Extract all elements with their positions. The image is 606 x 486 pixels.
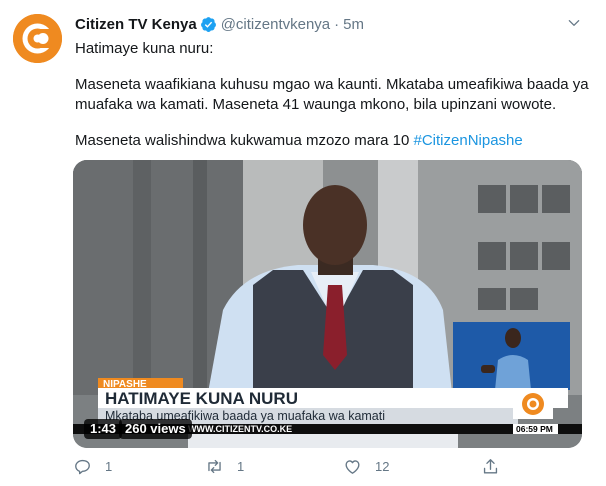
video-frame: NIPASHE HATIMAYE KUNA NURU Mkataba umeaf…: [73, 160, 582, 448]
video-views-badge: 260 views: [119, 419, 192, 439]
share-icon: [483, 459, 498, 474]
lower-third-headline: HATIMAYE KUNA NURU: [105, 389, 298, 408]
video-player[interactable]: NIPASHE HATIMAYE KUNA NURU Mkataba umeaf…: [73, 160, 582, 448]
like-icon: [345, 460, 360, 474]
citizen-logo-icon: [13, 14, 62, 63]
chevron-down-icon[interactable]: [567, 16, 581, 30]
tweet-line-2: Maseneta waafikiana kuhusu mgao wa kaunt…: [75, 76, 589, 113]
retweet-icon: [208, 459, 221, 474]
share-action[interactable]: [481, 457, 513, 476]
tweet-header: Citizen TV Kenya @citizentvkenya · 5m: [75, 14, 364, 34]
video-duration-badge: 1:43: [84, 419, 123, 439]
tweet: Citizen TV Kenya @citizentvkenya · 5m Ha…: [0, 0, 606, 486]
reply-count: 1: [105, 459, 113, 474]
hashtag-link[interactable]: #CitizenNipashe: [414, 132, 523, 149]
reply-action[interactable]: 1: [73, 457, 112, 476]
tweet-line-3-text: Maseneta walishindwa kukwamua mzozo mara…: [75, 132, 410, 149]
separator-dot: ·: [334, 15, 340, 33]
timestamp[interactable]: 5m: [343, 16, 364, 33]
retweet-action[interactable]: 1: [205, 457, 244, 476]
like-count: 12: [375, 459, 390, 474]
handle[interactable]: @citizentvkenya: [221, 16, 330, 33]
verified-badge-icon: [200, 16, 216, 32]
retweet-count: 1: [237, 459, 245, 474]
tweet-line-1: Hatimaye kuna nuru:: [75, 40, 214, 57]
tweet-actions: 1 1 12: [73, 457, 513, 479]
avatar[interactable]: [13, 14, 62, 63]
tweet-line-3: Maseneta walishindwa kukwamua mzozo mara…: [75, 131, 595, 151]
reply-icon: [75, 459, 90, 475]
like-action[interactable]: 12: [343, 457, 389, 476]
display-name[interactable]: Citizen TV Kenya: [75, 16, 197, 33]
ticker-url: WWW.CITIZENTV.CO.KE: [188, 424, 292, 434]
ticker-clock: 06:59 PM: [516, 424, 553, 434]
tweet-text: Hatimaye kuna nuru: Maseneta waafikiana …: [75, 39, 595, 151]
